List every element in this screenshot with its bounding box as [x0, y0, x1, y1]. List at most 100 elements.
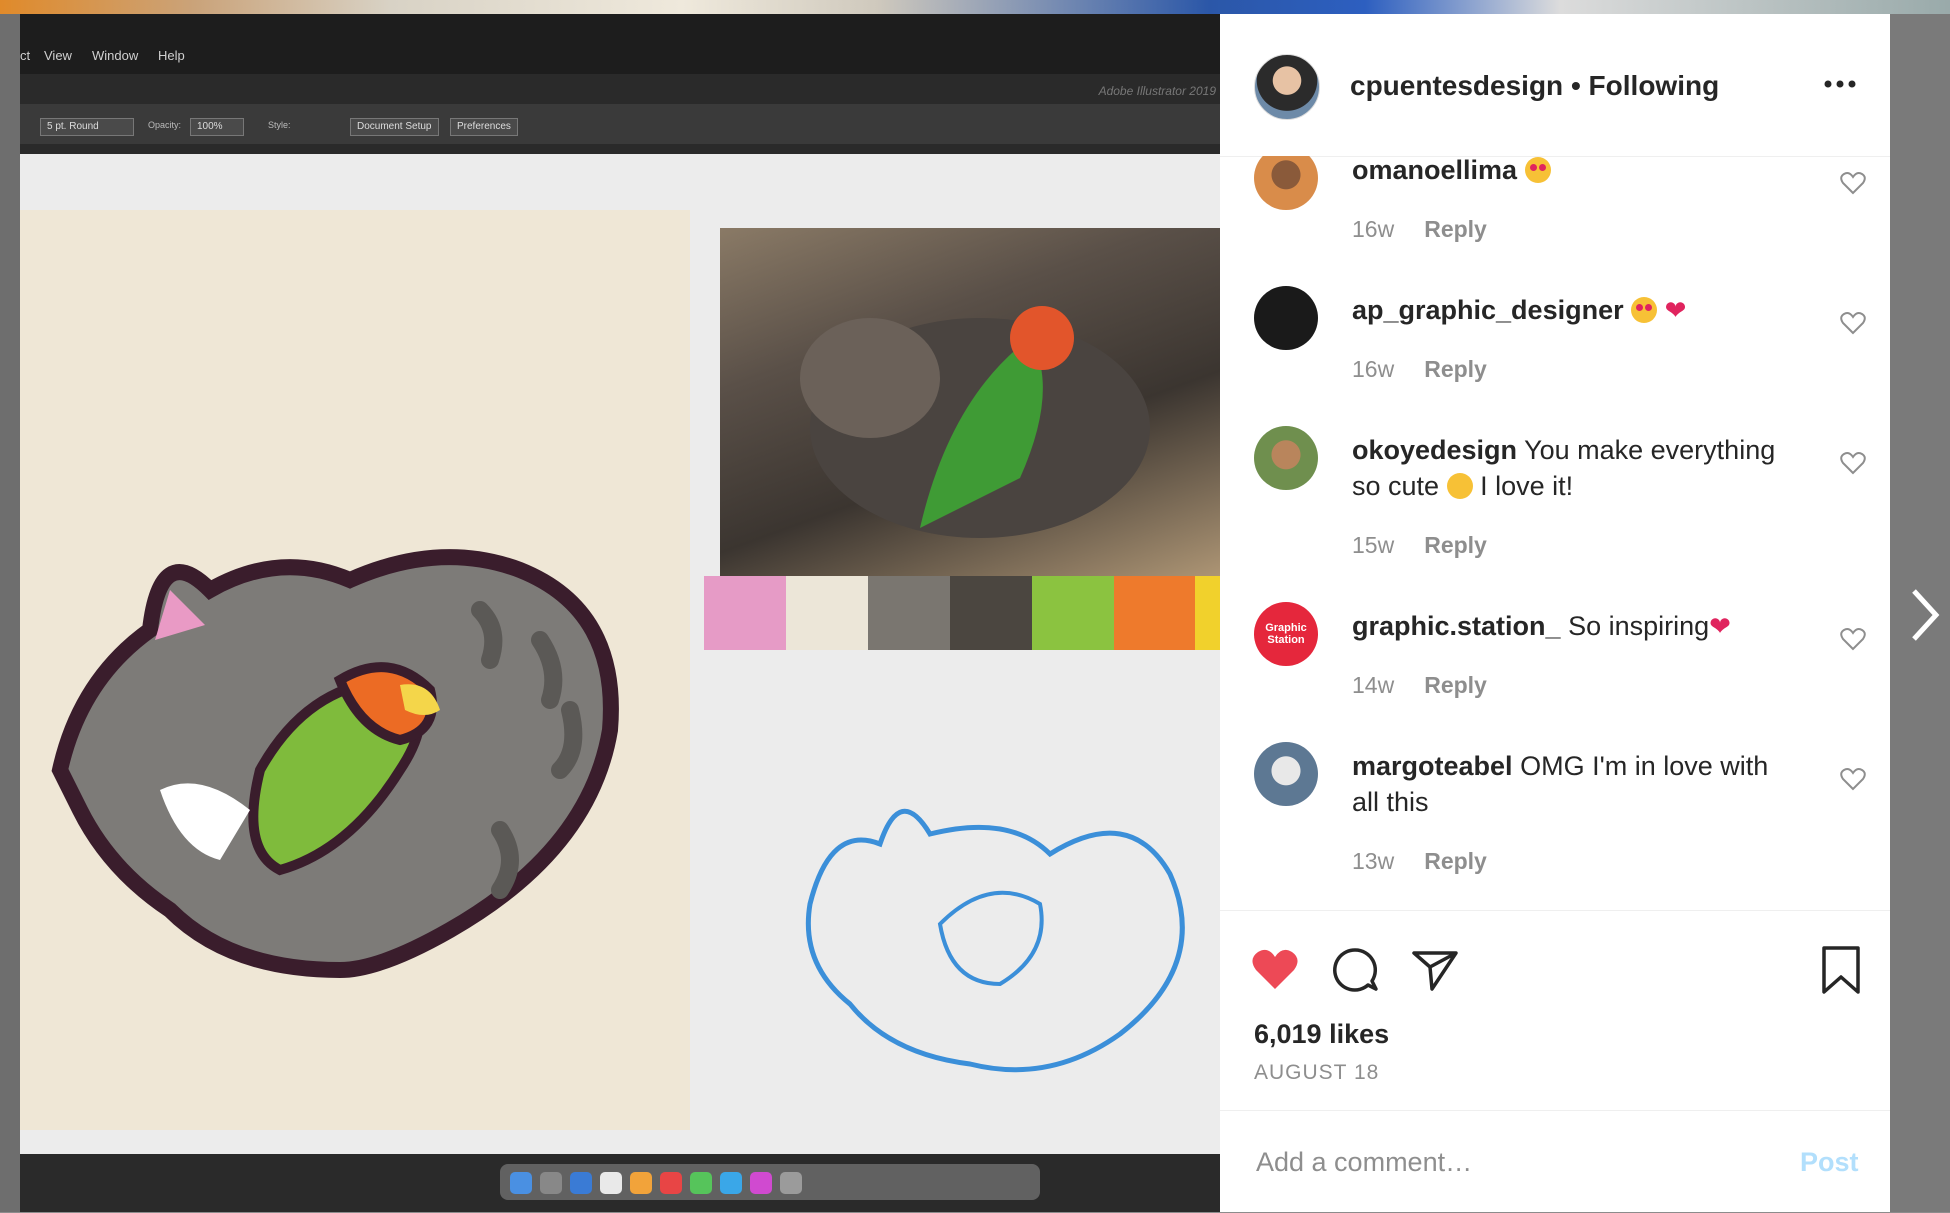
background-thumbnails-strip	[0, 0, 1950, 14]
menu-item: Help	[158, 48, 185, 63]
more-options-button[interactable]	[1820, 64, 1860, 104]
preferences-button: Preferences	[450, 118, 518, 136]
reply-button[interactable]: Reply	[1424, 532, 1487, 558]
comment-meta: 15w Reply	[1352, 532, 1487, 559]
dock-icon	[600, 1172, 622, 1194]
dock-icon	[570, 1172, 592, 1194]
heart-outline-icon[interactable]	[1840, 310, 1866, 336]
illustrator-menubar: ct View Window Help	[20, 14, 1220, 74]
dock-icon	[690, 1172, 712, 1194]
post-image[interactable]: ct View Window Help Adobe Illustrator 20…	[20, 14, 1220, 1212]
menu-item: View	[44, 48, 72, 63]
background-left-edge	[0, 14, 20, 1212]
dock-icon	[660, 1172, 682, 1194]
heart-eyes-emoji	[1631, 297, 1658, 323]
comment-username[interactable]: omanoellima	[1352, 156, 1517, 185]
dock-icon	[630, 1172, 652, 1194]
comment-username[interactable]: graphic.station_	[1352, 611, 1561, 641]
bookmark-icon[interactable]	[1816, 945, 1866, 995]
red-heart-emoji: ❤	[1709, 611, 1731, 641]
reply-button[interactable]: Reply	[1424, 216, 1487, 242]
dock-icon	[720, 1172, 742, 1194]
hugging-emoji	[1446, 473, 1473, 499]
comment-time[interactable]: 16w	[1352, 216, 1394, 242]
comment-text: graphic.station_ So inspiring❤	[1352, 608, 1802, 644]
heart-outline-icon[interactable]	[1840, 170, 1866, 196]
comment-username[interactable]: margoteabel	[1352, 751, 1513, 781]
chevron-right-icon	[1912, 589, 1940, 641]
post-button[interactable]: Post	[1800, 1147, 1859, 1178]
style-label: Style:	[268, 120, 291, 130]
dock-icon	[750, 1172, 772, 1194]
comment-time[interactable]: 16w	[1352, 356, 1394, 382]
comment-text: okoyedesign You make everything so cute …	[1352, 432, 1802, 504]
app-brand: Adobe Illustrator 2019	[1098, 84, 1216, 98]
next-post-arrow[interactable]	[1900, 570, 1950, 660]
color-palette-swatches	[704, 576, 1220, 650]
comment-input[interactable]	[1254, 1141, 1778, 1183]
heart-outline-icon[interactable]	[1840, 626, 1866, 652]
heart-outline-icon[interactable]	[1840, 450, 1866, 476]
author-line: cpuentesdesign • Following	[1350, 70, 1719, 102]
comment-meta: 13w Reply	[1352, 848, 1487, 875]
swatch-orange	[1113, 576, 1196, 650]
comment-body-after: I love it!	[1480, 471, 1574, 501]
menu-item: ct	[20, 48, 31, 63]
likes-count[interactable]: 6,019 likes	[1254, 1019, 1389, 1050]
heart-outline-icon[interactable]	[1840, 766, 1866, 792]
swatch-gray	[867, 576, 950, 650]
illustrator-control-bar: 5 pt. Round Opacity: 100% Style: Documen…	[20, 104, 1220, 144]
post-sidebar: cpuentesdesign • Following omanoellima 1…	[1220, 14, 1890, 1212]
comment-time[interactable]: 13w	[1352, 848, 1394, 874]
comment-time[interactable]: 15w	[1352, 532, 1394, 558]
share-icon[interactable]	[1410, 945, 1460, 995]
dock-icon	[780, 1172, 802, 1194]
separator-dot: •	[1570, 70, 1581, 101]
swatch-pink	[704, 576, 786, 650]
cat-illustration-artboard	[20, 210, 690, 1130]
swatch-green	[1031, 576, 1114, 650]
author-avatar[interactable]	[1254, 54, 1320, 120]
comment-username[interactable]: ap_graphic_designer	[1352, 295, 1624, 325]
mac-dock	[500, 1164, 1040, 1200]
reply-button[interactable]: Reply	[1424, 848, 1487, 874]
post-actions: 6,019 likes AUGUST 18	[1220, 910, 1890, 1111]
swatch-cream	[785, 576, 868, 650]
reply-button[interactable]: Reply	[1424, 356, 1487, 382]
opacity-value: 100%	[190, 118, 244, 136]
author-username[interactable]: cpuentesdesign	[1350, 70, 1563, 101]
swatch-yellow	[1195, 576, 1220, 650]
swatch-dark-gray	[949, 576, 1032, 650]
comment-avatar[interactable]	[1254, 286, 1318, 350]
comment-meta: 14w Reply	[1352, 672, 1487, 699]
comments-list: omanoellima 16w Reply ap_graphic_designer…	[1220, 156, 1890, 910]
post-header: cpuentesdesign • Following	[1220, 14, 1890, 157]
dock-icon	[540, 1172, 562, 1194]
menu-item: Window	[92, 48, 139, 63]
comment-username[interactable]: okoyedesign	[1352, 435, 1517, 465]
stroke-select: 5 pt. Round	[40, 118, 134, 136]
comment-avatar[interactable]	[1254, 426, 1318, 490]
reference-photo-cat-parrot	[720, 228, 1220, 588]
comment-time[interactable]: 14w	[1352, 672, 1394, 698]
comment-text: ap_graphic_designer ❤	[1352, 292, 1802, 328]
comment-text: margoteabel OMG I'm in love with all thi…	[1352, 748, 1802, 820]
parrot-shape	[800, 306, 1150, 538]
post-date[interactable]: AUGUST 18	[1254, 1061, 1379, 1085]
add-comment-bar: Post	[1220, 1110, 1890, 1213]
comment-body: So inspiring	[1568, 611, 1710, 641]
comment-avatar[interactable]: Graphic Station	[1254, 602, 1318, 666]
cat-parrot-illustration	[51, 549, 619, 979]
comment-meta: 16w Reply	[1352, 356, 1487, 383]
heart-eyes-emoji	[1524, 157, 1551, 183]
following-button[interactable]: Following	[1589, 70, 1720, 101]
comment-avatar[interactable]	[1254, 156, 1318, 210]
red-heart-emoji: ❤	[1664, 295, 1687, 325]
comment-icon[interactable]	[1330, 945, 1380, 995]
like-filled-icon[interactable]	[1250, 945, 1300, 995]
blue-sketch	[805, 809, 1185, 1073]
dock-icon	[510, 1172, 532, 1194]
more-horizontal-icon	[1824, 80, 1856, 88]
reply-button[interactable]: Reply	[1424, 672, 1487, 698]
comment-avatar[interactable]	[1254, 742, 1318, 806]
